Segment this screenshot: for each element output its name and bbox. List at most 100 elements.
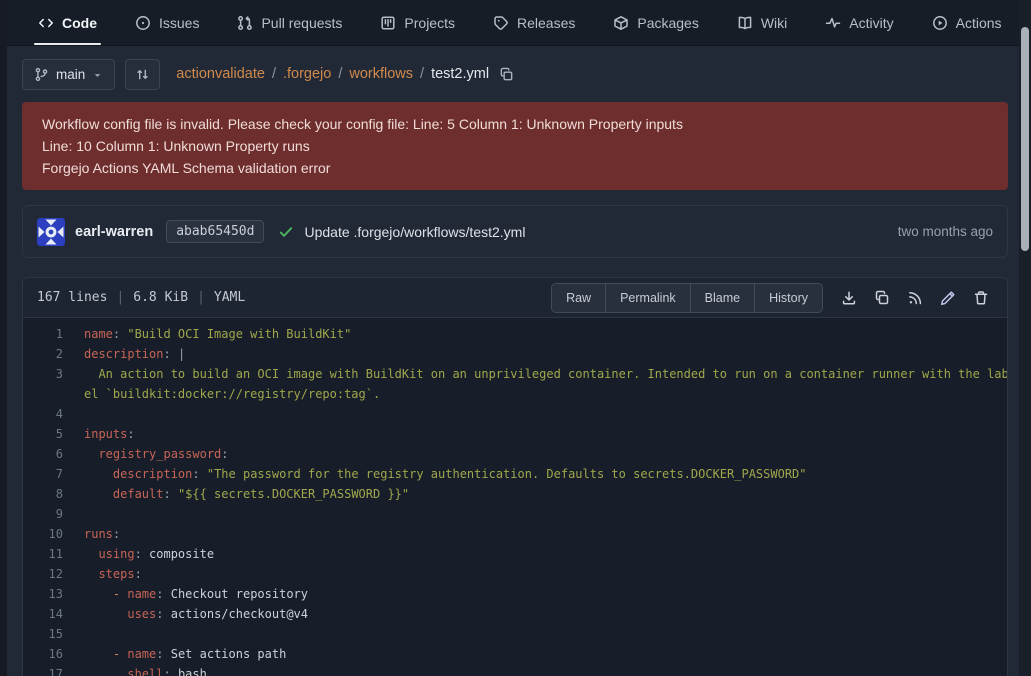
file-meta-item: YAML bbox=[214, 290, 245, 305]
download-icon[interactable] bbox=[841, 290, 857, 306]
permalink-button[interactable]: Permalink bbox=[605, 284, 690, 312]
code-line-content: - name: Set actions path bbox=[84, 644, 286, 664]
code-line-content: description: | bbox=[84, 344, 185, 364]
code-line-content: steps: bbox=[84, 564, 142, 584]
code-view: 1name: "Build OCI Image with BuildKit"2d… bbox=[23, 318, 1007, 676]
delete-icon[interactable] bbox=[973, 290, 989, 306]
commit-status-check-icon[interactable] bbox=[278, 224, 294, 240]
repo-tab-bar: Code Issues Pull requests Projects Releases P… bbox=[0, 0, 1031, 46]
commit-hash[interactable]: abab65450d bbox=[166, 220, 264, 243]
code-line: 12 steps: bbox=[23, 564, 1007, 584]
issue-icon bbox=[135, 15, 151, 31]
line-number[interactable]: 5 bbox=[23, 424, 63, 444]
pull-request-icon bbox=[237, 15, 253, 31]
book-icon bbox=[737, 15, 753, 31]
history-button[interactable]: History bbox=[754, 284, 822, 312]
line-number[interactable]: 16 bbox=[23, 644, 63, 664]
code-line-content: description: "The password for the regis… bbox=[84, 464, 807, 484]
nav-tab-activity[interactable]: Activity bbox=[823, 0, 895, 45]
code-line: 17 shell: bash bbox=[23, 664, 1007, 676]
window-left-edge bbox=[0, 0, 7, 676]
file-action-icons bbox=[841, 290, 989, 306]
line-number[interactable]: 10 bbox=[23, 524, 63, 544]
line-number[interactable]: 4 bbox=[23, 404, 63, 424]
line-number[interactable]: 7 bbox=[23, 464, 63, 484]
code-line: 10runs: bbox=[23, 524, 1007, 544]
compare-button[interactable] bbox=[125, 59, 160, 90]
nav-tab-label: Code bbox=[62, 15, 97, 31]
line-number[interactable]: 2 bbox=[23, 344, 63, 364]
nav-tab-label: Wiki bbox=[761, 15, 787, 31]
code-line: 5inputs: bbox=[23, 424, 1007, 444]
code-line-content: default: "${{ secrets.DOCKER_PASSWORD }}… bbox=[84, 484, 409, 504]
nav-tab-code[interactable]: Code bbox=[36, 0, 99, 45]
pulse-icon bbox=[825, 15, 841, 31]
copy-path-icon[interactable] bbox=[499, 67, 514, 82]
code-line: el `buildkit:docker://registry/repo:tag`… bbox=[23, 384, 1007, 404]
file-meta: 167 lines|6.8 KiB|YAML bbox=[37, 290, 245, 305]
file-header: 167 lines|6.8 KiB|YAML RawPermalinkBlame… bbox=[23, 278, 1007, 318]
file-meta-item: 167 lines bbox=[37, 290, 107, 305]
page-scrollbar bbox=[1019, 0, 1031, 676]
line-number[interactable]: 17 bbox=[23, 664, 63, 676]
line-number[interactable]: 6 bbox=[23, 444, 63, 464]
code-line-content: uses: actions/checkout@v4 bbox=[84, 604, 308, 624]
code-line: 2 description: | bbox=[23, 344, 1007, 364]
code-line-content: registry_password: bbox=[84, 444, 229, 464]
line-number[interactable]: 9 bbox=[23, 504, 63, 524]
scrollbar-thumb[interactable] bbox=[1021, 27, 1029, 251]
code-line: 3 An action to build an OCI image with B… bbox=[23, 364, 1007, 384]
nav-tab-releases[interactable]: Releases bbox=[491, 0, 577, 45]
nav-tab-issues[interactable]: Issues bbox=[133, 0, 201, 45]
nav-tab-packages[interactable]: Packages bbox=[611, 0, 700, 45]
copy-icon[interactable] bbox=[874, 290, 890, 306]
line-number[interactable]: 11 bbox=[23, 544, 63, 564]
code-icon bbox=[38, 15, 54, 31]
nav-tab-label: Releases bbox=[517, 15, 575, 31]
line-number[interactable]: 1 bbox=[23, 324, 63, 344]
code-line: 16 - name: Set actions path bbox=[23, 644, 1007, 664]
code-line: 6 registry_password: bbox=[23, 444, 1007, 464]
nav-tab-actions[interactable]: Actions bbox=[930, 0, 1004, 45]
nav-tab-projects[interactable]: Projects bbox=[378, 0, 457, 45]
avatar[interactable] bbox=[37, 218, 65, 246]
line-number[interactable]: 3 bbox=[23, 364, 63, 384]
breadcrumb-separator: / bbox=[338, 66, 342, 82]
code-line: 13 - name: Checkout repository bbox=[23, 584, 1007, 604]
breadcrumb-link[interactable]: workflows bbox=[349, 66, 413, 82]
breadcrumb-link[interactable]: .forgejo bbox=[283, 66, 331, 82]
line-number[interactable]: 15 bbox=[23, 624, 63, 644]
line-number[interactable]: 12 bbox=[23, 564, 63, 584]
code-line: 4 bbox=[23, 404, 1007, 424]
branch-name: main bbox=[56, 67, 85, 82]
code-line-content: An action to build an OCI image with Bui… bbox=[84, 364, 1008, 384]
code-line: 8 default: "${{ secrets.DOCKER_PASSWORD … bbox=[23, 484, 1007, 504]
workflow-error-banner: Workflow config file is invalid. Please … bbox=[22, 102, 1008, 190]
nav-tab-label: Packages bbox=[637, 15, 698, 31]
code-line-content: shell: bash bbox=[84, 664, 207, 676]
commit-message[interactable]: Update .forgejo/workflows/test2.yml bbox=[304, 224, 525, 240]
nav-tab-label: Actions bbox=[956, 15, 1002, 31]
code-line: 11 using: composite bbox=[23, 544, 1007, 564]
line-number[interactable]: 13 bbox=[23, 584, 63, 604]
blame-button[interactable]: Blame bbox=[690, 284, 754, 312]
nav-tab-pull-requests[interactable]: Pull requests bbox=[235, 0, 344, 45]
rss-icon[interactable] bbox=[907, 290, 923, 306]
error-line: Workflow config file is invalid. Please … bbox=[42, 113, 988, 135]
code-line: 15 bbox=[23, 624, 1007, 644]
line-number[interactable]: 8 bbox=[23, 484, 63, 504]
breadcrumb-link[interactable]: actionvalidate bbox=[176, 66, 265, 82]
commit-author[interactable]: earl-warren bbox=[75, 224, 153, 240]
play-icon bbox=[932, 15, 948, 31]
breadcrumb-separator: / bbox=[272, 66, 276, 82]
raw-button[interactable]: Raw bbox=[552, 284, 605, 312]
edit-icon[interactable] bbox=[940, 290, 956, 306]
nav-tab-wiki[interactable]: Wiki bbox=[735, 0, 789, 45]
meta-divider: | bbox=[197, 290, 205, 305]
tag-icon bbox=[493, 15, 509, 31]
line-number[interactable]: 14 bbox=[23, 604, 63, 624]
meta-divider: | bbox=[116, 290, 124, 305]
branch-selector-button[interactable]: main bbox=[22, 59, 115, 90]
breadcrumb-current: test2.yml bbox=[431, 66, 489, 82]
error-line: Forgejo Actions YAML Schema validation e… bbox=[42, 157, 988, 179]
